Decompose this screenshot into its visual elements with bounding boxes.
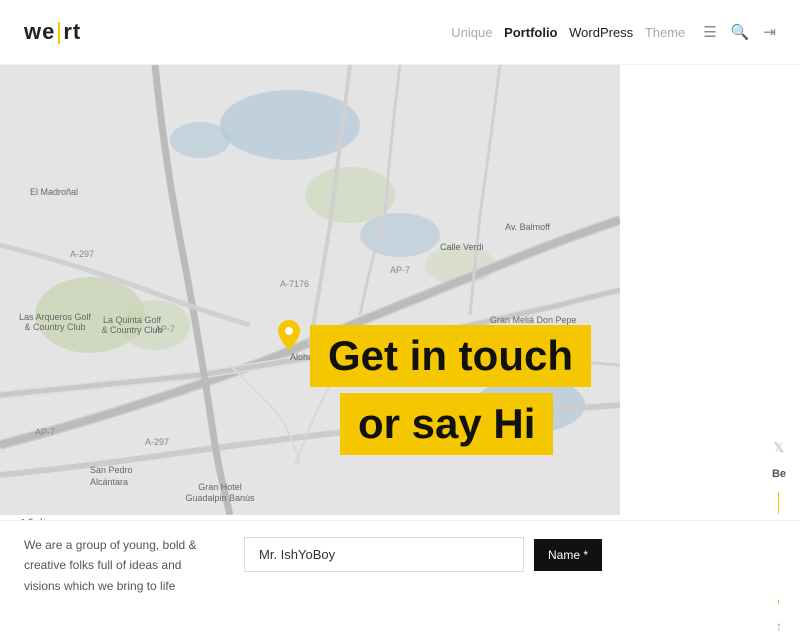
map-container: AP-7 A-7176 AP-7 AP-7 A-297 AP-7 A-7176 … [0, 65, 620, 515]
contact-form: Name * [244, 537, 776, 572]
header-icons: ☰ 🔍 ⇥ [703, 23, 776, 41]
svg-text:Alcántara: Alcántara [90, 477, 128, 487]
about-text: We are a group of young, bold & creative… [24, 535, 204, 596]
menu-list-icon[interactable]: ☰ [703, 23, 716, 41]
svg-text:A-297: A-297 [145, 437, 169, 447]
svg-text:Las Arqueros Golf: Las Arqueros Golf [19, 312, 92, 322]
search-icon[interactable]: 🔍 [731, 23, 750, 41]
header: wert Unique Portfolio WordPress Theme ☰ … [0, 0, 800, 65]
twitter-icon[interactable]: 𝕏 [774, 440, 784, 456]
nav-unique: Unique [451, 25, 492, 40]
logo-we: we [24, 19, 55, 45]
svg-text:A-297: A-297 [70, 249, 94, 259]
bottom-area: We are a group of young, bold & creative… [0, 520, 800, 600]
name-input[interactable] [244, 537, 524, 572]
behance-icon[interactable]: Be [772, 468, 786, 480]
headline-line1: Get in touch [310, 325, 591, 387]
nav-wordpress: WordPress [569, 25, 633, 40]
logo-rt: rt [63, 19, 81, 45]
nav-portfolio: Portfolio [504, 25, 557, 40]
nav-theme: Theme [645, 25, 685, 40]
sidebar-divider [778, 492, 779, 514]
svg-text:AP-7: AP-7 [35, 427, 55, 437]
name-label: Name * [534, 539, 602, 571]
header-right: Unique Portfolio WordPress Theme ☰ 🔍 ⇥ [451, 23, 776, 41]
svg-text:Guadalpin Banús: Guadalpin Banús [185, 493, 255, 503]
svg-text:& Country Club: & Country Club [24, 322, 85, 332]
svg-text:Av. Balmoff: Av. Balmoff [505, 222, 551, 232]
headline-line2: or say Hi [340, 393, 553, 455]
svg-text:El Madroñal: El Madroñal [30, 187, 78, 197]
svg-text:A-7176: A-7176 [280, 279, 309, 289]
expand-icon[interactable]: ⇥ [763, 23, 776, 41]
svg-text:Gran Meliá Don Pepe: Gran Meliá Don Pepe [490, 315, 577, 325]
svg-text:AP-7: AP-7 [390, 265, 410, 275]
svg-text:San Pedro: San Pedro [90, 465, 133, 475]
svg-text:& Country Club: & Country Club [101, 325, 162, 335]
svg-text:Calle Verdi: Calle Verdi [440, 242, 484, 252]
scroll-up-icon[interactable]: ↑ [775, 618, 782, 634]
map-overlay-text: Get in touch or say Hi [310, 325, 620, 455]
logo[interactable]: wert [24, 19, 81, 45]
svg-text:Gran Hotel: Gran Hotel [198, 482, 242, 492]
logo-divider [58, 22, 60, 44]
svg-text:La Quinta Golf: La Quinta Golf [103, 315, 162, 325]
header-nav: Unique Portfolio WordPress Theme [451, 25, 685, 40]
